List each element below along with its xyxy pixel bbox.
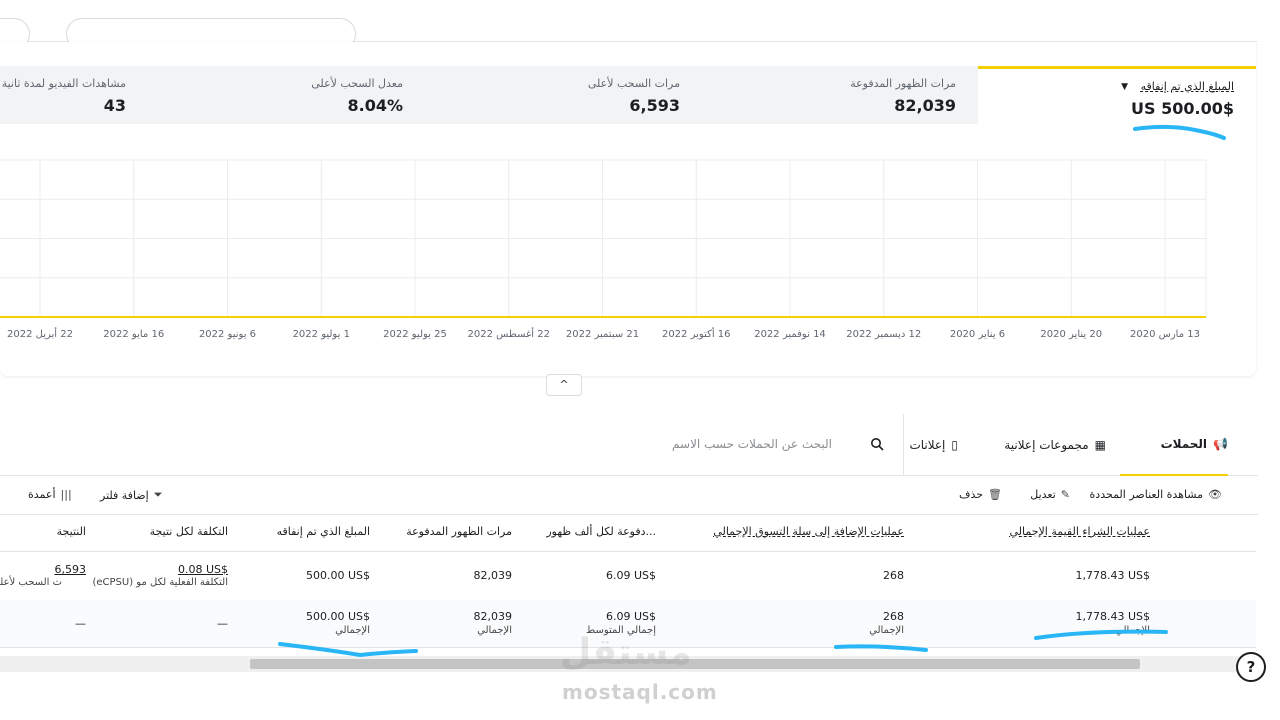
header-result[interactable]: النتيجة (57, 525, 86, 538)
collapse-chart-button[interactable]: ^ (546, 374, 582, 396)
cell-result-label: ت السحب لأعلى (0, 577, 62, 588)
cell-spend: 500.00 US$ (305, 569, 370, 582)
x-tick-label: 1 يوليو 2022 (293, 329, 350, 340)
metric-label: مشاهدات الفيديو لمدة ثانية (1, 77, 126, 90)
header-cost-per-result[interactable]: التكلفة لكل نتيجة (150, 525, 228, 538)
tab-label: إعلانات (909, 438, 946, 452)
metric-label: مرات السحب لأعلى (587, 77, 680, 90)
x-tick-label: 12 ديسمبر 2022 (846, 329, 921, 340)
header-impressions[interactable]: مرات الظهور المدفوعة (406, 525, 512, 538)
cell-purchase-value: 1,778.43 US$ (1075, 569, 1150, 582)
metric-value: 82,039 (894, 96, 956, 115)
megaphone-icon: 📢 (1213, 437, 1228, 451)
x-tick-label: 21 سبتمبر 2022 (566, 329, 639, 340)
eye-icon: 👁 (1208, 488, 1222, 501)
header-spend[interactable]: المبلغ الذي تم إنفاقه (277, 525, 370, 538)
total-add-to-cart-label: الإجمالي (869, 625, 904, 636)
x-tick-label: 6 يونيو 2022 (199, 329, 256, 340)
total-impressions-label: الإجمالي (477, 625, 512, 636)
chevron-up-icon: ^ (559, 378, 569, 391)
cell-cost-per-result-label: التكلفة الفعلية لكل مو (eCPSU) (92, 577, 228, 588)
tab-divider (903, 414, 904, 476)
x-tick-label: 25 يوليو 2022 (383, 329, 447, 340)
pencil-icon: ✎ (1060, 488, 1070, 501)
cell-impressions: 82,039 (473, 569, 513, 582)
campaign-search (560, 414, 890, 476)
total-cost-per-result: — (217, 617, 228, 630)
x-tick-label: 13 مارس 2020 (1130, 329, 1200, 340)
total-purchase-value-label: الإجمالي (1115, 625, 1150, 636)
cell-add-to-cart: 268 (883, 569, 904, 582)
x-tick-label: 14 نوفمبر 2022 (754, 329, 826, 340)
total-result: — (75, 617, 86, 630)
watermark-url: mostaql.com (562, 680, 718, 704)
add-filter-button[interactable]: ⏷ إضافة فلتر (100, 488, 163, 502)
x-tick-label: 6 يناير 2020 (950, 329, 1005, 340)
metric-swipe-ups[interactable]: مرات السحب لأعلى 6,593 (420, 66, 680, 124)
x-tick-label: 16 مايو 2022 (103, 329, 164, 340)
filter-bar (0, 0, 1258, 50)
edit-label: تعديل (1030, 488, 1056, 501)
metric-value: 43 (103, 96, 126, 115)
x-tick-label: 22 أغسطس 2022 (468, 327, 550, 340)
phone-icon: ▯ (951, 438, 958, 452)
x-tick-label: 16 أكتوبر 2022 (662, 327, 731, 340)
metrics-panel: المبلغ الذي تم إنفاقه ▼ $US 500.00 مرات … (0, 42, 1256, 376)
question-icon: ? (1246, 658, 1256, 676)
add-filter-label: إضافة فلتر (100, 488, 149, 502)
total-spend-label: الإجمالي (335, 625, 370, 636)
chart: 13 مارس 2020 20 يناير 2020 6 يناير 2020 12 … (0, 159, 1207, 340)
tab-ads[interactable]: ▯ إعلانات (909, 414, 958, 476)
total-impressions: 82,039 (473, 610, 513, 623)
view-selected-button[interactable]: 👁 مشاهدة العناصر المحددة (1090, 488, 1222, 501)
cell-cpm: 6.09 US$ (605, 569, 656, 582)
columns-button[interactable]: ||| أعمدة (28, 488, 72, 501)
view-selected-label: مشاهدة العناصر المحددة (1089, 488, 1204, 501)
help-button[interactable]: ? (1236, 652, 1266, 682)
total-spend: 500.00 US$ (305, 610, 370, 623)
total-purchase-value: 1,778.43 US$ (1075, 610, 1150, 623)
watermark-logo: مستقل (560, 632, 692, 673)
metric-label: مرات الظهور المدفوعة (850, 77, 956, 90)
search-icon (871, 438, 884, 451)
metric-value: 6,593 (629, 96, 680, 115)
entity-tabs: 📢 الحملات ▦ مجموعات إعلانية ▯ إعلانات (0, 414, 1258, 476)
tab-label: الحملات (1160, 437, 1208, 451)
total-add-to-cart: 268 (883, 610, 904, 623)
metric-value: 8.04% (347, 96, 403, 115)
metric-label: معدل السحب لأعلى (311, 77, 403, 90)
metric-impressions[interactable]: مرات الظهور المدفوعة 82,039 (700, 66, 956, 124)
tab-label: مجموعات إعلانية (1004, 438, 1089, 452)
scrollbar-thumb[interactable] (250, 659, 1140, 669)
total-cpm: 6.09 US$ (605, 610, 656, 623)
metric-video-views[interactable]: مشاهدات الفيديو لمدة ثانية 43 (0, 66, 126, 124)
header-cpm[interactable]: ...دفوعة لكل ألف ظهور (546, 525, 656, 538)
table-toolbar: 👁 مشاهدة العناصر المحددة ✎ تعديل 🗑 حذف ⏷… (0, 477, 1258, 515)
trash-icon: 🗑 (988, 488, 1002, 501)
row-divider (0, 551, 1256, 552)
header-add-to-cart[interactable]: عمليات الإضافة إلى سلة التسوق الإجمالي (713, 525, 904, 538)
filter-icon: ⏷ (153, 488, 163, 501)
columns-icon: ||| (60, 488, 72, 501)
metric-label: المبلغ الذي تم إنفاقه (1140, 80, 1234, 93)
tab-ad-squads[interactable]: ▦ مجموعات إعلانية (1004, 414, 1106, 476)
columns-label: أعمدة (28, 488, 56, 501)
metric-spend[interactable]: المبلغ الذي تم إنفاقه ▼ $US 500.00 (978, 66, 1256, 124)
dropdown-arrow-icon[interactable]: ▼ (1121, 82, 1128, 92)
metric-swipe-rate[interactable]: معدل السحب لأعلى 8.04% (140, 66, 403, 124)
x-tick-label: 20 يناير 2020 (1040, 329, 1102, 340)
delete-label: حذف (959, 488, 984, 501)
delete-button[interactable]: 🗑 حذف (959, 488, 1002, 501)
x-tick-label: 22 أبريل 2022 (7, 327, 73, 340)
cell-result[interactable]: 6,593 (55, 563, 87, 576)
header-purchase-value[interactable]: عمليات الشراء القيمة الإجمالي (1009, 525, 1150, 538)
metric-value: $US 500.00 (1131, 99, 1234, 118)
cell-cost-per-result[interactable]: 0.08 US$ (178, 563, 228, 576)
edit-button[interactable]: ✎ تعديل (1030, 488, 1070, 501)
tab-campaigns[interactable]: 📢 الحملات (1120, 414, 1228, 476)
grid-icon: ▦ (1094, 438, 1106, 452)
search-input[interactable] (612, 434, 832, 454)
